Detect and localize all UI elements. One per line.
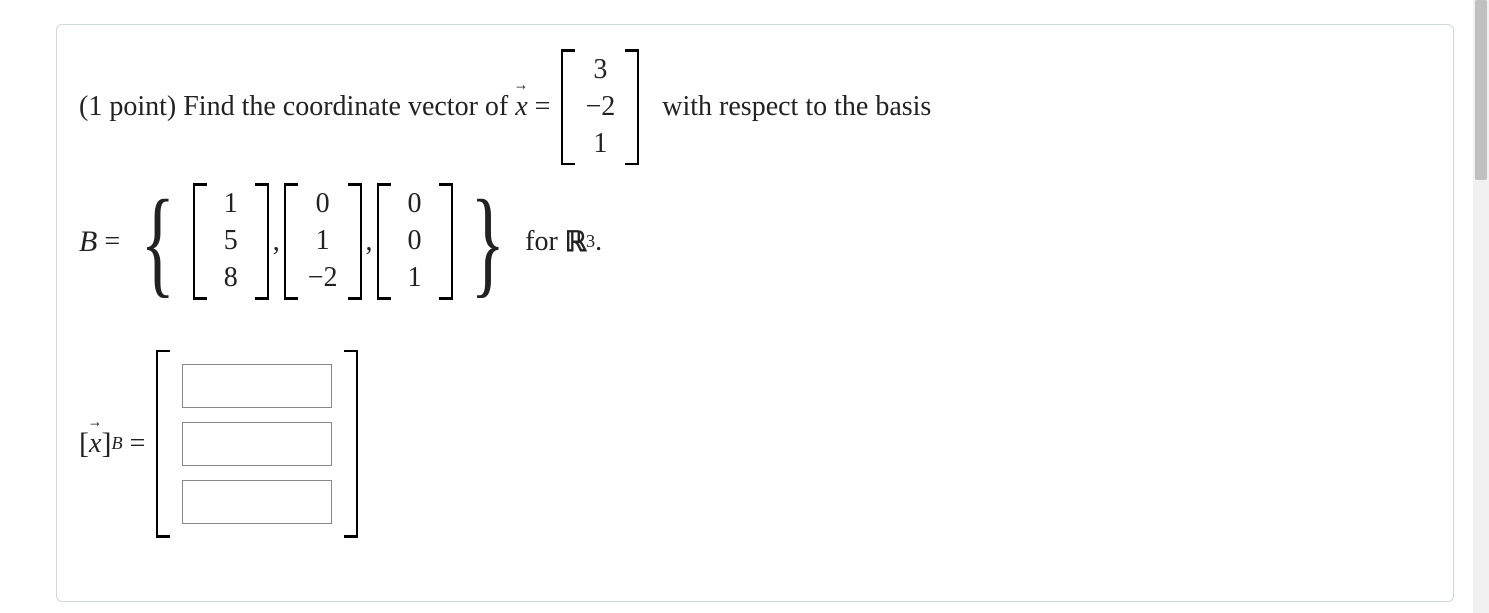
bracket-left-icon	[193, 183, 207, 299]
comma-1: ,	[273, 226, 280, 258]
bracket-right-icon	[625, 49, 639, 165]
bv2-e0: 0	[309, 189, 337, 220]
basis-vector-3: 0 0 1	[377, 183, 453, 299]
curly-right-icon: }	[469, 194, 506, 290]
real-space-symbol: ℝ	[565, 225, 586, 259]
bracket-right-icon	[348, 183, 362, 299]
period: .	[595, 226, 602, 258]
answer-input-2[interactable]	[182, 480, 332, 524]
points-label: (1 point)	[79, 91, 183, 123]
basis-vector-3-entries: 0 0 1	[391, 183, 439, 299]
answer-bracket-close: ]	[101, 427, 111, 461]
basis-vector-2: 0 1 −2	[284, 183, 362, 299]
equals-sign-3: =	[123, 428, 153, 460]
answer-subscript: B	[111, 433, 122, 454]
prompt-after: with respect to the basis	[643, 91, 931, 123]
comma-2: ,	[366, 226, 373, 258]
bracket-right-icon	[439, 183, 453, 299]
basis-set: { 1 5 8 , 0 1 −2	[127, 183, 518, 299]
basis-vector-1-entries: 1 5 8	[207, 183, 255, 299]
curly-left-icon: {	[139, 194, 176, 290]
scrollbar-thumb[interactable]	[1475, 0, 1487, 180]
bv1-e0: 1	[217, 189, 245, 220]
vector-x: 3 −2 1	[561, 49, 639, 165]
bv3-e2: 1	[401, 263, 429, 294]
bv2-e1: 1	[309, 226, 337, 257]
bracket-right-icon	[344, 350, 358, 538]
bracket-right-icon	[255, 183, 269, 299]
answer-vector-symbol: x	[89, 428, 101, 460]
bv1-e2: 8	[217, 263, 245, 294]
vector-x-symbol: x	[515, 91, 527, 123]
answer-input-0[interactable]	[182, 364, 332, 408]
basis-symbol: B	[79, 225, 97, 259]
answer-bracket-open: [	[79, 427, 89, 461]
bv3-e1: 0	[401, 226, 429, 257]
problem-line-3: [ x ] B =	[79, 350, 1431, 538]
bv2-e2: −2	[308, 263, 338, 294]
scrollbar-track[interactable]	[1473, 0, 1489, 613]
problem-line-1: (1 point) Find the coordinate vector of …	[79, 49, 1431, 165]
answer-entries	[170, 350, 344, 538]
vector-x-entry-2: 1	[586, 129, 614, 160]
bracket-left-icon	[284, 183, 298, 299]
prompt-before: Find the coordinate vector of	[183, 91, 515, 123]
bracket-left-icon	[377, 183, 391, 299]
page-root: (1 point) Find the coordinate vector of …	[0, 0, 1489, 613]
equals-sign-2: =	[97, 226, 127, 258]
answer-vector	[156, 350, 358, 538]
basis-vector-2-entries: 0 1 −2	[298, 183, 348, 299]
vector-x-entry-0: 3	[586, 55, 614, 86]
bracket-left-icon	[156, 350, 170, 538]
equals-sign-1: =	[528, 91, 558, 123]
bracket-left-icon	[561, 49, 575, 165]
answer-input-1[interactable]	[182, 422, 332, 466]
bv3-e0: 0	[401, 189, 429, 220]
real-space-dim: 3	[586, 231, 595, 252]
problem-line-2: B = { 1 5 8 , 0	[79, 183, 1431, 299]
bv1-e1: 5	[217, 226, 245, 257]
basis-vector-1: 1 5 8	[193, 183, 269, 299]
for-text: for	[518, 226, 565, 258]
vector-x-entry-1: −2	[585, 92, 615, 123]
problem-card: (1 point) Find the coordinate vector of …	[56, 24, 1454, 602]
vector-x-entries: 3 −2 1	[575, 49, 625, 165]
